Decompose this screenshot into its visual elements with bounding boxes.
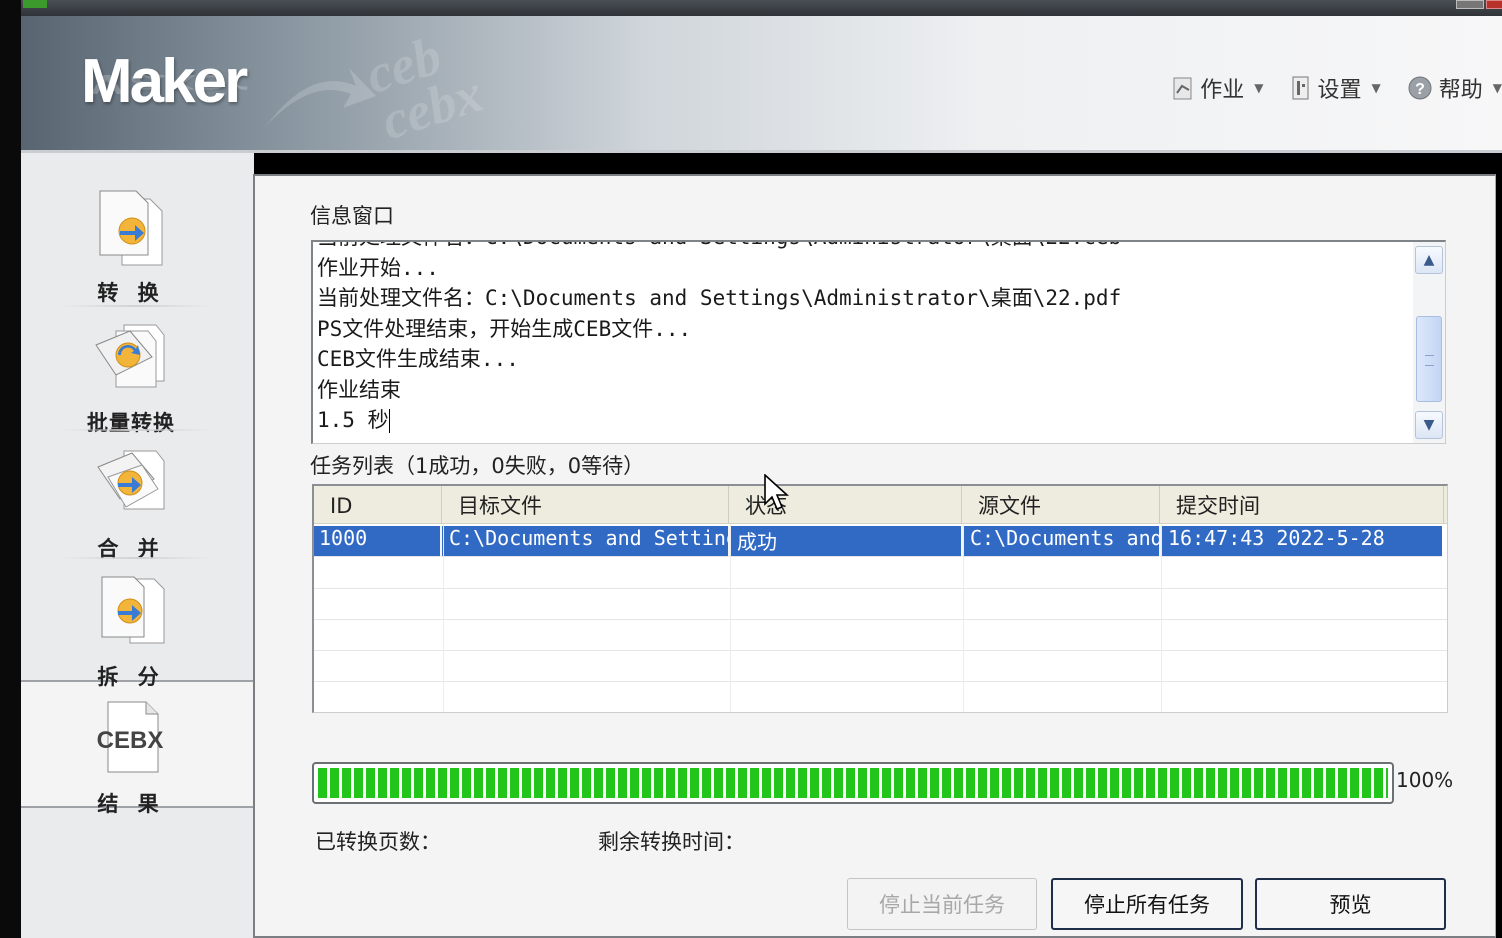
menu-settings-label: 设置 <box>1317 78 1362 103</box>
menu-job-label: 作业 <box>1200 78 1245 103</box>
svg-text:?: ? <box>1415 81 1425 98</box>
sidebar-item-label: 转 换 <box>97 281 165 305</box>
cebx-badge: CEBX <box>97 727 164 754</box>
menu-help-label: 帮助 <box>1438 78 1483 103</box>
log-lines: 当前处理文件名：C:\Documents and Settings\Admini… <box>317 242 1407 436</box>
remaining-time-label: 剩余转换时间： <box>598 830 745 854</box>
task-list-title: 任务列表（1成功，0失败，0等待） <box>310 454 645 478</box>
chevron-down-icon: ▼ <box>1254 81 1264 95</box>
preview-button[interactable]: 预览 <box>1255 878 1446 930</box>
log-line-last: 1.5 秒 <box>317 405 1407 436</box>
sidebar-separator <box>61 305 211 307</box>
log-line: 1.5 秒 <box>317 408 389 432</box>
sidebar-separator <box>61 557 211 559</box>
column-divider <box>443 524 444 712</box>
info-window-title: 信息窗口 <box>310 204 394 228</box>
result-cebx-icon: CEBX <box>97 701 164 773</box>
cell-id: 1000 <box>314 526 442 557</box>
table-row-empty <box>314 620 1447 651</box>
conversion-progress-bar <box>312 762 1394 804</box>
batch-convert-icon <box>95 324 165 388</box>
table-row-empty <box>314 589 1447 620</box>
column-header-target-file[interactable]: 目标文件 <box>442 486 729 524</box>
column-divider <box>730 524 731 712</box>
sidebar-item-label: 批量转换 <box>87 411 175 435</box>
table-row-empty <box>314 682 1447 712</box>
sidebar-item-result[interactable]: CEBX 结 果 <box>61 698 201 820</box>
window-left-edge <box>0 0 21 938</box>
log-line: 作业结束 <box>317 377 401 402</box>
menu-job[interactable]: 作业 ▼ <box>1172 72 1264 104</box>
task-table[interactable]: ID 目标文件 状态 源文件 提交时间 1000 C:\Documents an… <box>312 484 1448 713</box>
convert-icon <box>99 190 163 266</box>
sidebar-separator <box>61 429 211 431</box>
window-close-button[interactable] <box>1486 0 1502 9</box>
table-header: ID 目标文件 状态 源文件 提交时间 <box>314 486 1447 524</box>
stop-all-tasks-button[interactable]: 停止所有任务 <box>1051 878 1243 930</box>
log-line: CEB文件生成结束... <box>317 347 519 371</box>
progress-fill <box>318 768 1388 798</box>
sidebar: 转 换 批量转换 合 并 拆 分 CEBX 结 果 <box>21 153 254 938</box>
app-logo-reflection: Maker <box>81 68 246 100</box>
log-line: 作业开始... <box>317 255 439 280</box>
cell-status: 成功 <box>732 526 963 557</box>
menu-settings[interactable]: 设置 ▼ <box>1290 72 1381 104</box>
log-line: PS文件处理结束，开始生成CEB文件... <box>317 316 692 341</box>
help-icon: ? <box>1408 76 1432 100</box>
menu-help[interactable]: ? 帮助 ▼ <box>1407 72 1502 104</box>
log-line: 当前处理文件名：C:\Documents and Settings\Admini… <box>317 242 1407 253</box>
info-log[interactable]: 当前处理文件名：C:\Documents and Settings\Admini… <box>311 240 1446 444</box>
log-line: 当前处理文件名：C:\Documents and Settings\Admini… <box>317 286 1122 310</box>
chevron-down-icon: ▼ <box>1423 417 1435 433</box>
column-divider <box>963 524 964 712</box>
job-icon <box>1173 77 1192 100</box>
main-panel: 信息窗口 当前处理文件名：C:\Documents and Settings\A… <box>253 174 1496 938</box>
scroll-thumb[interactable] <box>1416 316 1442 402</box>
cell-submit-time: 16:47:43 2022-5-28 <box>1168 526 1385 550</box>
sidebar-item-batch-convert[interactable]: 批量转换 <box>61 317 201 439</box>
mouse-pointer-icon <box>764 474 790 511</box>
sidebar-item-split[interactable]: 拆 分 <box>61 571 201 693</box>
split-icon <box>101 576 165 644</box>
table-row-empty <box>314 651 1447 682</box>
table-row-empty <box>314 558 1447 589</box>
cell-target-file: C:\Documents and Setting <box>444 526 730 557</box>
settings-icon <box>1292 76 1308 100</box>
table-row[interactable]: 1000 C:\Documents and Setting 成功 C:\Docu… <box>314 526 1442 557</box>
chevron-down-icon: ▼ <box>1492 81 1502 95</box>
arrow-decoration-icon <box>266 68 376 126</box>
sidebar-item-label: 结 果 <box>97 792 165 816</box>
sidebar-item-convert[interactable]: 转 换 <box>61 187 201 309</box>
scroll-down-button[interactable]: ▼ <box>1415 411 1443 439</box>
chevron-down-icon: ▼ <box>1371 81 1381 95</box>
log-scrollbar[interactable]: ▲ ▼ <box>1413 242 1445 443</box>
title-bar <box>21 0 1502 16</box>
text-caret <box>388 409 390 433</box>
scroll-up-button[interactable]: ▲ <box>1415 246 1443 274</box>
sidebar-item-label: 拆 分 <box>97 665 165 689</box>
sidebar-item-merge[interactable]: 合 并 <box>61 443 201 565</box>
pages-converted-label: 已转换页数： <box>315 830 441 854</box>
column-divider <box>1161 524 1162 712</box>
window-minimize-button[interactable] <box>1456 0 1484 9</box>
app-icon <box>23 0 47 8</box>
merge-icon <box>97 450 165 510</box>
cell-source-file: C:\Documents and <box>965 526 1161 557</box>
progress-percent: 100% <box>1396 768 1454 792</box>
column-header-id[interactable]: ID <box>314 486 442 524</box>
column-header-submit-time[interactable]: 提交时间 <box>1160 486 1444 524</box>
header-banner: ceb cebx Maker Maker 作业 ▼ 设置 ▼ ? 帮助 ▼ <box>21 16 1502 153</box>
chevron-up-icon: ▲ <box>1423 252 1435 268</box>
top-menu: 作业 ▼ 设置 ▼ ? 帮助 ▼ <box>1172 72 1502 104</box>
stop-current-task-button[interactable]: 停止当前任务 <box>847 878 1037 930</box>
column-header-source-file[interactable]: 源文件 <box>962 486 1160 524</box>
